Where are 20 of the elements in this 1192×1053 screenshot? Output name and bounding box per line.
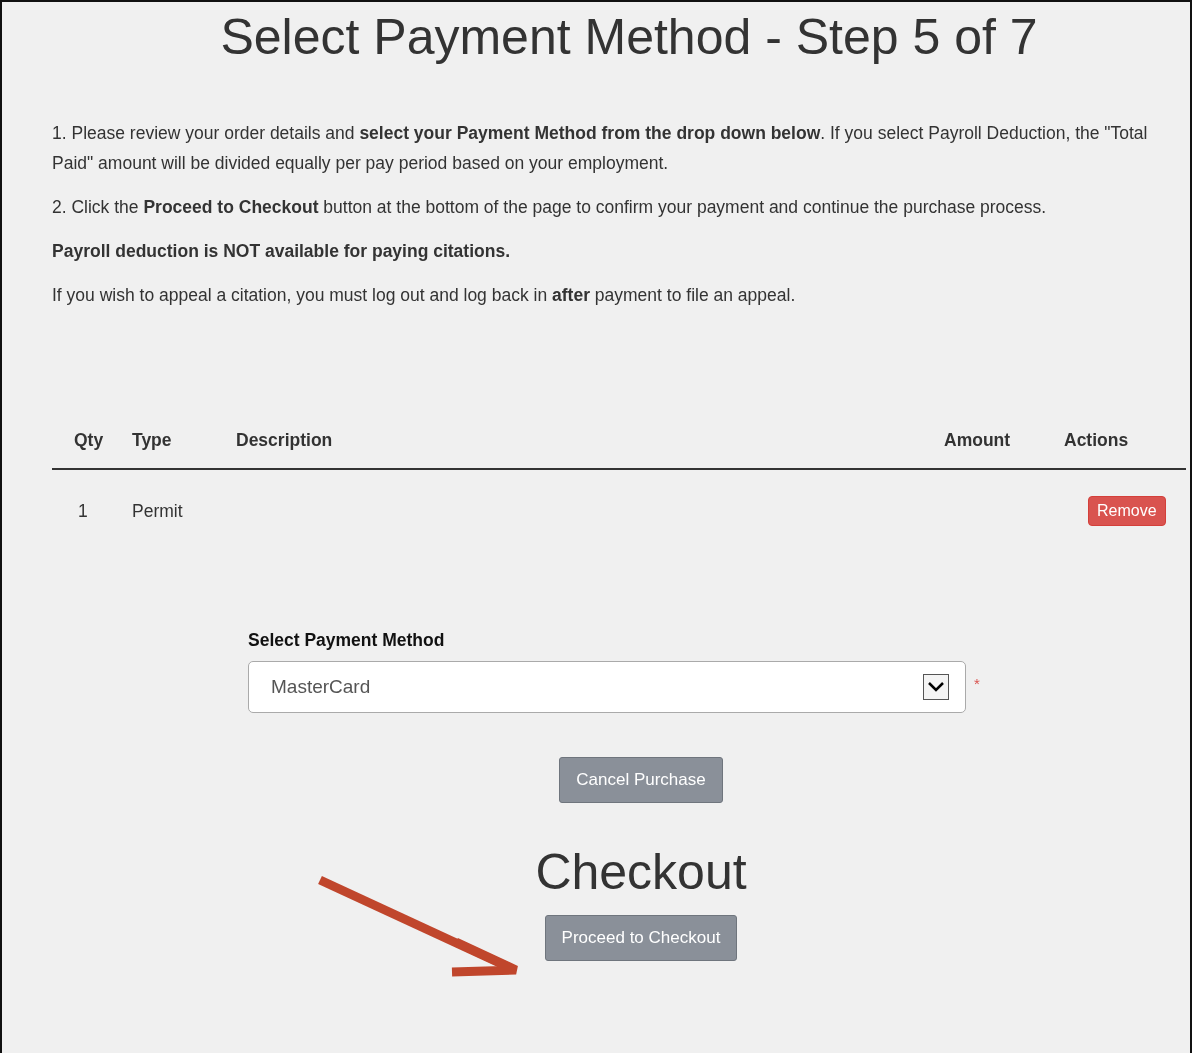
caret-icon (923, 674, 949, 700)
checkout-heading: Checkout (535, 843, 747, 902)
column-header: Type (132, 429, 173, 451)
instruction-text: If you wish to appeal a citation, you must log out and log back in after payment to file an appeal. (52, 284, 797, 307)
instruction-text: Payroll deduction is NOT available for paying citations. (52, 240, 512, 263)
field-label: Select Payment Method (248, 630, 446, 651)
required-mark: * (974, 675, 980, 692)
instruction-text: 2. Click the Proceed to Checkout button at the bottom of the page to confirm your payment and continue the purchase process. (52, 196, 1048, 219)
column-header: Description (236, 429, 334, 451)
cancel-purchase-button[interactable]: Cancel Purchase (559, 757, 723, 803)
column-header: Amount (944, 429, 1012, 451)
remove-button[interactable]: Remove (1088, 496, 1166, 526)
column-header: Actions (1064, 429, 1130, 451)
page-title: Select Payment Method - Step 5 of 7 (219, 8, 1039, 66)
payment-method-select[interactable]: MasterCard (248, 661, 966, 713)
column-header: Qty (73, 429, 105, 451)
table-cell-text: Permit (132, 500, 184, 522)
proceed-to-checkout-button[interactable]: Proceed to Checkout (544, 915, 738, 961)
instruction-text: 1. Please review your order details and select your Payment Method from the drop down below. If you select Payroll Deduction, the "Total Paid" amount will be divided equally per pay period based on your employment. (52, 122, 1149, 175)
table-cell-text: 1 (77, 500, 89, 522)
